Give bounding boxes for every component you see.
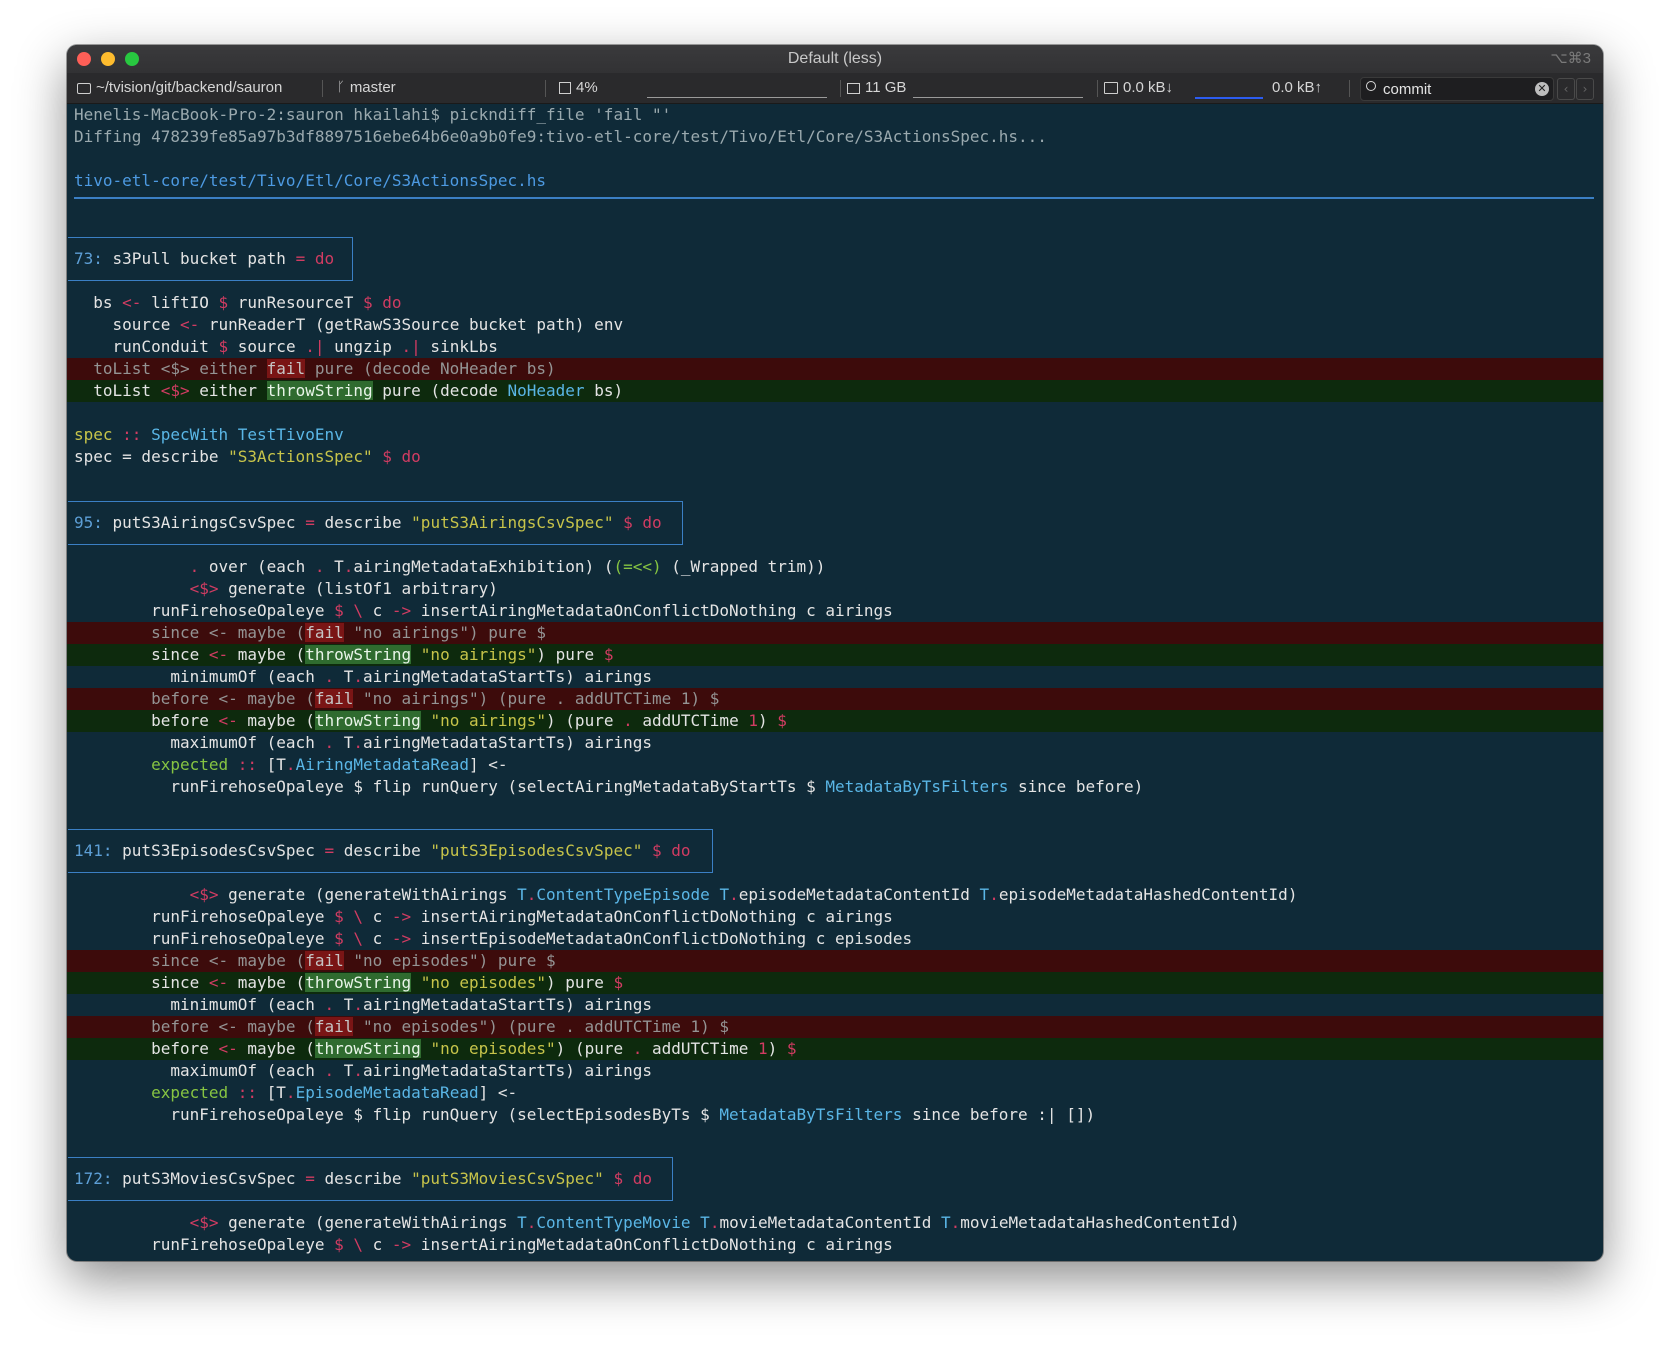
code-line: expected :: [T.EpisodeMetadataRead] <- — [74, 1083, 518, 1102]
deleted-line: before <- maybe (fail "no airings") (pur… — [67, 688, 1603, 710]
memory-sparkline — [913, 81, 1083, 98]
deleted-line: since <- maybe (fail "no episodes") pure… — [67, 950, 1603, 972]
network-icon — [1104, 82, 1118, 94]
search-next-button[interactable]: › — [1576, 78, 1594, 100]
status-path[interactable]: ~/tvision/git/backend/sauron — [77, 73, 282, 103]
clear-search-button[interactable]: ✕ — [1535, 82, 1549, 96]
cpu-sparkline — [647, 81, 827, 98]
network-sparkline — [1195, 81, 1263, 99]
status-memory[interactable]: 11 GB — [847, 73, 906, 103]
diff-filename: tivo-etl-core/test/Tivo/Etl/Core/S3Actio… — [74, 171, 547, 190]
folder-icon — [77, 82, 91, 94]
deleted-line: before <- maybe (fail "no episodes") (pu… — [67, 1016, 1603, 1038]
search-previous-button[interactable]: ‹ — [1557, 78, 1575, 100]
code-line: bs <- liftIO $ runResourceT $ do — [74, 293, 402, 312]
status-cpu[interactable]: 4% — [559, 73, 598, 103]
terminal-window: Default (less) ⌥⌘3 ~/tvision/git/backend… — [67, 45, 1603, 1261]
memory-usage: 11 GB — [865, 79, 907, 96]
memory-icon — [847, 82, 860, 94]
code-line: spec = describe "S3ActionsSpec" $ do — [74, 447, 421, 466]
current-directory: ~/tvision/git/backend/sauron — [96, 79, 283, 96]
cpu-icon — [559, 82, 571, 94]
code-line: maximumOf (each . T.airingMetadataStartT… — [74, 1061, 652, 1080]
window-shortcut: ⌥⌘3 — [1550, 50, 1591, 67]
code-line: runFirehoseOpaleye $ \ c -> insertAiring… — [74, 601, 893, 620]
status-divider — [1349, 80, 1350, 97]
status-network-down[interactable]: 0.0 kB↓ — [1104, 73, 1173, 103]
status-divider — [840, 80, 841, 97]
title-bar[interactable]: Default (less) ⌥⌘3 — [67, 45, 1603, 73]
code-line: <$> generate (generateWithAirings T.Cont… — [189, 885, 1298, 904]
code-line: spec :: SpecWith TestTivoEnv — [74, 425, 344, 444]
code-line: runFirehoseOpaleye $ \ c -> insertEpisod… — [74, 929, 913, 948]
code-line: . over (each . T.airingMetadataExhibitio… — [189, 557, 826, 576]
network-upload-rate: 0.0 kB↑ — [1272, 79, 1323, 96]
added-line: before <- maybe (throwString "no episode… — [67, 1038, 1603, 1060]
file-header-rule — [74, 197, 1594, 199]
search-field[interactable]: ✕ — [1360, 77, 1554, 101]
code-line: expected :: [T.AiringMetadataRead] <- — [74, 755, 508, 774]
code-line: runFirehoseOpaleye $ flip runQuery (sele… — [74, 777, 1144, 796]
code-line: source <- runReaderT (getRawS3Source buc… — [74, 315, 624, 334]
code-line: <$> generate (listOf1 arbitrary) — [189, 579, 498, 598]
status-branch[interactable]: ᚴ master — [337, 73, 396, 103]
network-download-rate: 0.0 kB↓ — [1123, 79, 1174, 96]
code-line: runFirehoseOpaleye $ \ c -> insertAiring… — [74, 1235, 893, 1254]
code-line: minimumOf (each . T.airingMetadataStartT… — [74, 667, 652, 686]
added-line: since <- maybe (throwString "no airings"… — [67, 644, 1603, 666]
deleted-line: toList <$> either fail pure (decode NoHe… — [67, 358, 1603, 380]
status-divider — [1097, 80, 1098, 97]
code-line: runFirehoseOpaleye $ \ c -> insertAiring… — [74, 907, 893, 926]
terminal-output[interactable]: Henelis-MacBook-Pro-2:sauron hkailahi$ p… — [67, 104, 1603, 1261]
cpu-usage: 4% — [576, 79, 598, 96]
hunk-header: 172: putS3MoviesCsvSpec = describe "putS… — [74, 1169, 652, 1188]
shell-prompt-line: Henelis-MacBook-Pro-2:sauron hkailahi$ p… — [74, 105, 672, 124]
added-line: since <- maybe (throwString "no episodes… — [67, 972, 1603, 994]
code-line: maximumOf (each . T.airingMetadataStartT… — [74, 733, 652, 752]
status-divider — [322, 80, 323, 97]
diffing-line: Diffing 478239fe85a97b3df8897516ebe64b6e… — [74, 127, 1047, 146]
code-line: runFirehoseOpaleye $ flip runQuery (sele… — [74, 1105, 1096, 1124]
status-network-up[interactable]: 0.0 kB↑ — [1272, 73, 1322, 103]
hunk-header: 141: putS3EpisodesCsvSpec = describe "pu… — [74, 841, 691, 860]
git-branch: master — [349, 79, 396, 96]
hunk-header: 73: s3Pull bucket path = do — [74, 249, 335, 268]
added-line: toList <$> either throwString pure (deco… — [67, 380, 1603, 402]
search-input[interactable] — [1383, 78, 1533, 100]
code-line: <$> generate (generateWithAirings T.Cont… — [189, 1213, 1240, 1232]
status-bar: ~/tvision/git/backend/sauron ᚴ master 4%… — [67, 73, 1603, 104]
code-line: runConduit $ source .| ungzip .| sinkLbs — [74, 337, 498, 356]
status-divider — [545, 80, 546, 97]
code-line: minimumOf (each . T.airingMetadataStartT… — [74, 995, 652, 1014]
window-title: Default (less) — [787, 50, 883, 67]
search-icon — [1366, 81, 1376, 91]
hunk-header: 95: putS3AiringsCsvSpec = describe "putS… — [74, 513, 662, 532]
added-line: before <- maybe (throwString "no airings… — [67, 710, 1603, 732]
git-branch-icon: ᚴ — [337, 80, 345, 95]
deleted-line: since <- maybe (fail "no airings") pure … — [67, 622, 1603, 644]
